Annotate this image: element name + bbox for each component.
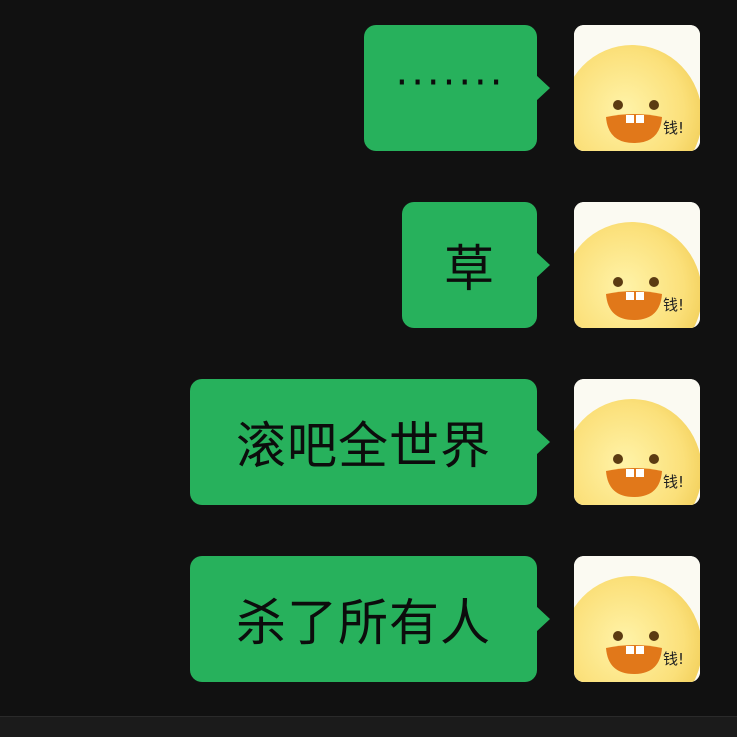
yellow-chick-money-icon: 钱! <box>574 379 700 505</box>
svg-text:钱!: 钱! <box>663 473 684 491</box>
avatar[interactable]: 钱! <box>574 379 700 505</box>
message-row: 滚吧全世界 钱! <box>190 379 700 505</box>
message-bubble[interactable]: 滚吧全世界 <box>190 379 537 505</box>
message-row: 草 钱! <box>402 202 700 328</box>
message-row: 杀了所有人 钱! <box>190 556 700 682</box>
yellow-chick-money-icon: 钱! <box>574 202 700 328</box>
svg-text:钱!: 钱! <box>663 119 684 137</box>
message-bubble[interactable]: 杀了所有人 <box>190 556 537 682</box>
message-bubble[interactable]: 草 <box>402 202 537 328</box>
input-bar-edge <box>0 716 737 737</box>
yellow-chick-money-icon: 钱! <box>574 25 700 151</box>
message-row: ······· 钱! <box>364 25 700 151</box>
avatar[interactable]: 钱! <box>574 25 700 151</box>
avatar[interactable]: 钱! <box>574 202 700 328</box>
avatar[interactable]: 钱! <box>574 556 700 682</box>
svg-text:钱!: 钱! <box>663 650 684 668</box>
message-bubble[interactable]: ······· <box>364 25 537 151</box>
svg-text:钱!: 钱! <box>663 296 684 314</box>
yellow-chick-money-icon: 钱! <box>574 556 700 682</box>
chat-conversation: ······· 钱! 草 钱! 滚吧全世界 钱! 杀了所有人 钱! <box>0 0 737 737</box>
